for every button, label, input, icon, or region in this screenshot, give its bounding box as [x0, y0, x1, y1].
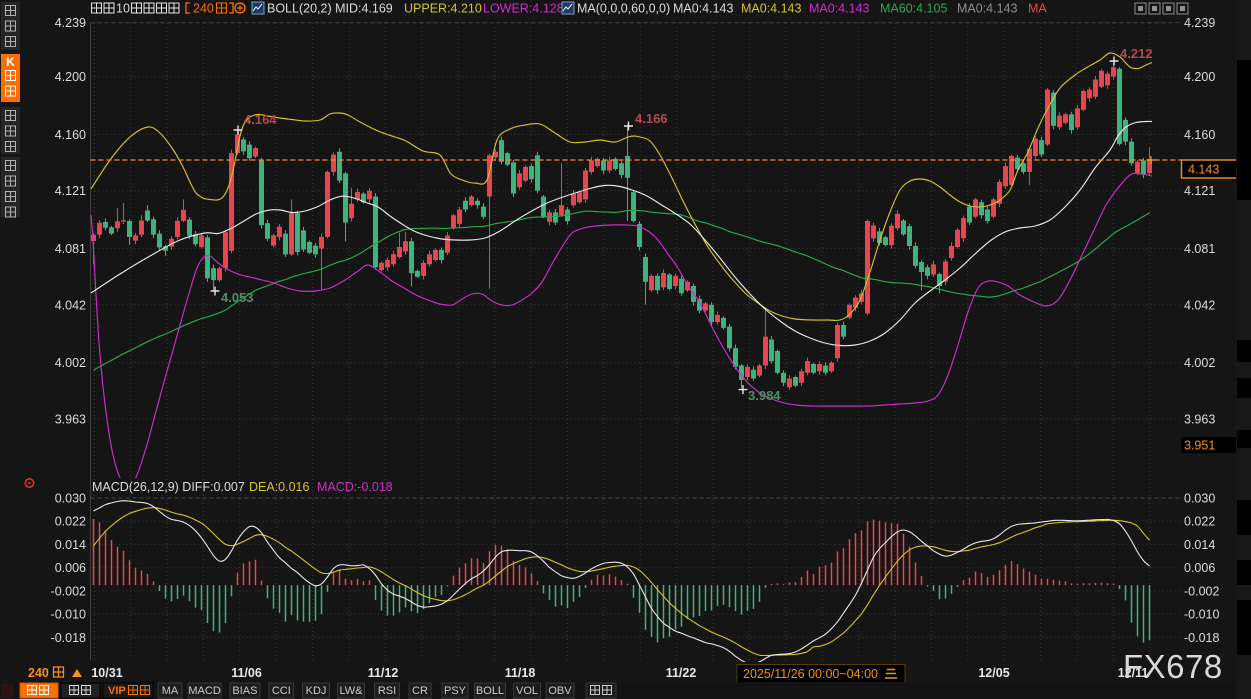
svg-text:MA60:4.105: MA60:4.105: [880, 2, 947, 16]
svg-text:LW&: LW&: [339, 685, 363, 697]
svg-text:4.042: 4.042: [55, 298, 86, 312]
svg-text:4.121: 4.121: [1184, 184, 1215, 198]
svg-text:K: K: [6, 55, 15, 69]
svg-text:RSI: RSI: [378, 685, 396, 697]
svg-text:LOWER:4.128: LOWER:4.128: [483, 2, 564, 16]
svg-text:240: 240: [193, 2, 214, 16]
svg-text:4.200: 4.200: [55, 70, 86, 84]
svg-text:DEA:0.016: DEA:0.016: [249, 480, 310, 494]
svg-text:MA: MA: [1028, 2, 1047, 16]
svg-text:OBV: OBV: [548, 685, 572, 697]
svg-text:KDJ: KDJ: [306, 685, 327, 697]
svg-text:MA0:4.143: MA0:4.143: [673, 2, 734, 16]
svg-text:PSY: PSY: [444, 685, 467, 697]
svg-text:MACD: MACD: [188, 685, 220, 697]
svg-text:BOLL: BOLL: [476, 685, 504, 697]
svg-text:12/05: 12/05: [978, 666, 1009, 680]
svg-text:4.239: 4.239: [1184, 16, 1215, 30]
svg-text:4.160: 4.160: [1184, 128, 1215, 142]
svg-text:4.002: 4.002: [1184, 356, 1215, 370]
svg-text:MACD:-0.018: MACD:-0.018: [317, 480, 393, 494]
svg-text:0.014: 0.014: [1184, 538, 1215, 552]
svg-text:4.239: 4.239: [55, 16, 86, 30]
svg-text:2025/11/26 00:00~04:00: 2025/11/26 00:00~04:00: [743, 667, 878, 681]
svg-text:BOLL(20,2) MID:4.169: BOLL(20,2) MID:4.169: [267, 2, 393, 16]
svg-text:0.022: 0.022: [55, 515, 86, 529]
svg-text:4.121: 4.121: [55, 184, 86, 198]
svg-text:-0.010: -0.010: [51, 608, 86, 622]
svg-text:4.002: 4.002: [55, 356, 86, 370]
svg-text:11/18: 11/18: [505, 666, 536, 680]
svg-text:VIP: VIP: [108, 685, 126, 697]
svg-text:10/31: 10/31: [91, 666, 122, 680]
svg-text:-0.018: -0.018: [1184, 631, 1219, 645]
svg-text:CR: CR: [412, 685, 428, 697]
svg-text:4.200: 4.200: [1184, 70, 1215, 84]
svg-text:4.166: 4.166: [635, 111, 668, 126]
svg-text:-0.018: -0.018: [51, 631, 86, 645]
svg-text:4.081: 4.081: [1184, 242, 1215, 256]
svg-text:4.143: 4.143: [1188, 163, 1219, 177]
svg-text:0.030: 0.030: [1184, 492, 1215, 506]
svg-text:0.006: 0.006: [1184, 561, 1215, 575]
svg-text:0.022: 0.022: [1184, 515, 1215, 529]
svg-text:MA0:4.143: MA0:4.143: [809, 2, 870, 16]
svg-text:MA(0,0,0,60,0,0): MA(0,0,0,60,0,0): [577, 2, 670, 16]
svg-text:3.951: 3.951: [1184, 439, 1215, 453]
svg-text:BIAS: BIAS: [232, 685, 257, 697]
svg-text:11/12: 11/12: [368, 666, 399, 680]
svg-text:VOL: VOL: [516, 685, 538, 697]
svg-text:11/06: 11/06: [231, 666, 262, 680]
svg-text:UPPER:4.210: UPPER:4.210: [404, 2, 482, 16]
svg-text:10: 10: [116, 2, 130, 16]
svg-text:-0.002: -0.002: [1184, 584, 1219, 598]
svg-text:4.160: 4.160: [55, 128, 86, 142]
svg-text:MA0:4.143: MA0:4.143: [957, 2, 1018, 16]
svg-text:MA: MA: [162, 685, 179, 697]
svg-text:4.042: 4.042: [1184, 298, 1215, 312]
svg-text:CCI: CCI: [272, 685, 291, 697]
svg-text:0.014: 0.014: [55, 538, 86, 552]
svg-text:240: 240: [28, 666, 49, 680]
svg-text:MA0:4.143: MA0:4.143: [741, 2, 802, 16]
svg-text:0.030: 0.030: [55, 492, 86, 506]
svg-text:4.053: 4.053: [221, 290, 254, 305]
svg-text:4.212: 4.212: [1120, 46, 1153, 61]
svg-text:-0.002: -0.002: [51, 584, 86, 598]
svg-text:4.081: 4.081: [55, 242, 86, 256]
svg-text:-0.010: -0.010: [1184, 608, 1219, 622]
svg-text:11/22: 11/22: [666, 666, 697, 680]
svg-text:4.164: 4.164: [244, 112, 277, 127]
svg-text:3.963: 3.963: [1184, 412, 1215, 426]
svg-text:FX678: FX678: [1123, 648, 1223, 685]
svg-text:0.006: 0.006: [55, 561, 86, 575]
svg-text:3.963: 3.963: [55, 412, 86, 426]
svg-text:MACD(26,12,9) DIFF:0.007: MACD(26,12,9) DIFF:0.007: [92, 480, 245, 494]
svg-text:3.984: 3.984: [748, 388, 781, 403]
